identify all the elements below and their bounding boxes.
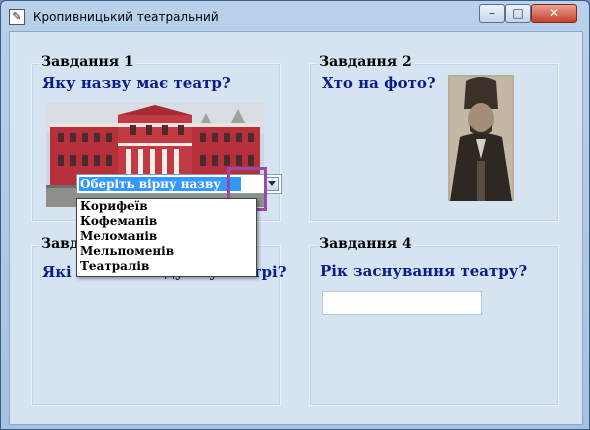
option-kofemaniv[interactable]: Кофеманів	[77, 214, 256, 229]
portrait-photo	[448, 75, 514, 201]
select-options-list: Корифеїв Кофеманів Меломанів Мельпоменів…	[76, 198, 257, 277]
close-button[interactable]: ✕	[531, 4, 577, 23]
task2-title: Завдання 2	[317, 54, 414, 70]
task2-question: Хто на фото?	[322, 74, 436, 92]
chevron-down-icon	[268, 181, 276, 186]
task1-title: Завдання 1	[39, 54, 136, 70]
app-window: ✎ Кропивницький театральний – □ ✕ Завдан…	[0, 0, 590, 430]
task4-group: Завдання 4 Рік заснування театру?	[309, 236, 559, 406]
task2-group: Завдання 2 Хто на фото?	[309, 54, 559, 222]
maximize-button[interactable]: □	[505, 4, 531, 23]
option-koryfeiv[interactable]: Корифеїв	[77, 199, 256, 214]
option-melomaniv[interactable]: Меломанів	[77, 229, 256, 244]
app-icon[interactable]: ✎	[9, 9, 25, 25]
option-teatraliv[interactable]: Театралів	[77, 259, 256, 274]
task1-question: Яку назву має театр?	[42, 74, 231, 92]
task4-title: Завдання 4	[317, 236, 414, 252]
task4-question: Рік заснування театру?	[320, 262, 528, 280]
option-melpomeniv[interactable]: Мельпоменів	[77, 244, 256, 259]
minimize-button[interactable]: –	[479, 4, 505, 23]
select-current-value: Оберіть вірну назву	[79, 177, 241, 191]
window-title: Кропивницький театральний	[33, 10, 219, 24]
title-bar[interactable]: ✎ Кропивницький театральний – □ ✕	[1, 1, 589, 31]
year-input[interactable]	[322, 291, 482, 315]
